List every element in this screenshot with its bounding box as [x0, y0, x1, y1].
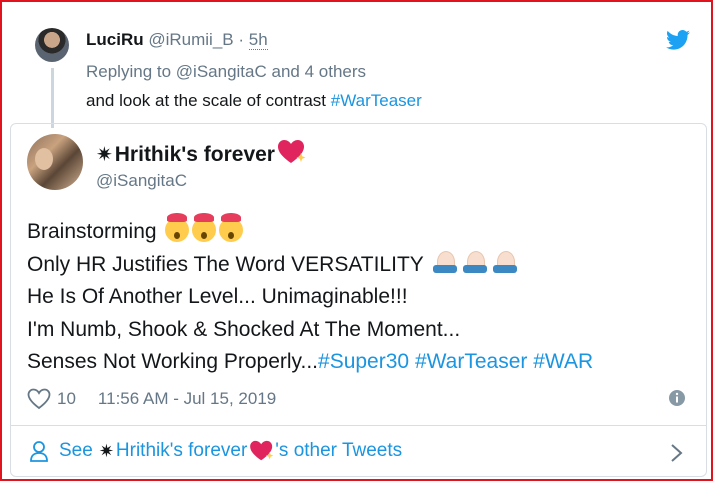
twitter-bird-icon[interactable] [666, 30, 690, 50]
folded-hands-emoji-1 [431, 249, 459, 275]
hashtag-war[interactable]: #WAR [533, 350, 593, 373]
author-name-row[interactable]: ✷Hrithik's forever [96, 139, 307, 167]
quoted-tweet-card[interactable]: ✷Hrithik's forever @iSangitaC Brainstorm… [10, 123, 707, 425]
reply-text: and look at the scale of contrast #WarTe… [86, 91, 422, 111]
info-icon[interactable] [668, 389, 686, 407]
author-handle[interactable]: @iSangitaC [96, 171, 187, 191]
footer-suffix: 's other Tweets [275, 440, 403, 461]
sparkling-heart-icon [250, 440, 274, 461]
like-count[interactable]: 10 [57, 389, 76, 409]
shocked-face-emoji-1 [165, 213, 190, 242]
tweet-line-1-text: Brainstorming [27, 220, 157, 243]
other-tweets-footer[interactable]: See ✷ Hrithik's forever 's other Tweets [10, 425, 707, 477]
reply-text-body: and look at the scale of contrast [86, 91, 327, 110]
tweet-line-2: Only HR Justifies The Word VERSATILITY [27, 249, 593, 282]
replying-to-line: Replying to @iSangitaC and 4 others [86, 62, 366, 82]
see-other-tweets-link[interactable]: See ✷ Hrithik's forever 's other Tweets [29, 440, 402, 462]
like-heart-icon[interactable] [27, 388, 51, 410]
hashtag-warteaser[interactable]: #WarTeaser [415, 350, 527, 373]
shocked-face-emoji-3 [219, 213, 244, 242]
sparkling-heart-icon [277, 140, 306, 163]
author-name: Hrithik's forever [114, 143, 275, 166]
star-emoji: ✷ [96, 144, 113, 166]
embedded-tweet-frame: LuciRu @iRumii_B · 5h Replying to @iSang… [0, 0, 713, 481]
replying-prefix: Replying to [86, 62, 172, 81]
reply-header: LuciRu @iRumii_B · 5h [86, 30, 268, 50]
see-label: See [59, 440, 93, 461]
folded-hands-emoji-3 [491, 249, 519, 275]
tweet-line-5-text: Senses Not Working Properly... [27, 350, 319, 373]
tweet-line-4: I'm Numb, Shook & Shocked At The Moment.… [27, 317, 461, 341]
author-avatar[interactable] [27, 134, 83, 190]
chevron-right-icon[interactable] [670, 443, 684, 463]
hashtag-super30[interactable]: #Super30 [318, 350, 409, 373]
tweet-meta: 10 11:56 AM - Jul 15, 2019 [27, 388, 276, 410]
reply-avatar[interactable] [35, 28, 69, 62]
reply-tweet: LuciRu @iRumii_B · 5h Replying to @iSang… [30, 22, 695, 128]
person-icon [30, 441, 48, 462]
reply-author-handle[interactable]: @iRumii_B [148, 30, 233, 49]
reply-author-name[interactable]: LuciRu [86, 30, 144, 49]
replying-user-link[interactable]: @iSangitaC [176, 62, 267, 81]
folded-hands-emoji-2 [461, 249, 489, 275]
hashtag-link[interactable]: #WarTeaser [331, 91, 422, 110]
tweet-line-2-text: Only HR Justifies The Word VERSATILITY [27, 252, 424, 276]
tweet-line-1: Brainstorming [27, 213, 593, 249]
star-emoji: ✷ [98, 440, 114, 461]
shocked-face-emoji-2 [192, 213, 217, 242]
reply-timestamp[interactable]: 5h [248, 30, 268, 50]
footer-author-name: Hrithik's forever [115, 440, 248, 461]
thread-line [51, 68, 54, 128]
tweet-line-5: Senses Not Working Properly...#Super30 #… [27, 346, 593, 379]
tweet-body: Brainstorming Only HR Justifies The Word… [27, 213, 593, 379]
replying-others-link[interactable]: and 4 others [272, 62, 367, 81]
tweet-line-3: He Is Of Another Level... Unimaginable!!… [27, 285, 408, 308]
separator-dot: · [238, 30, 245, 49]
tweet-timestamp[interactable]: 11:56 AM - Jul 15, 2019 [98, 389, 276, 409]
